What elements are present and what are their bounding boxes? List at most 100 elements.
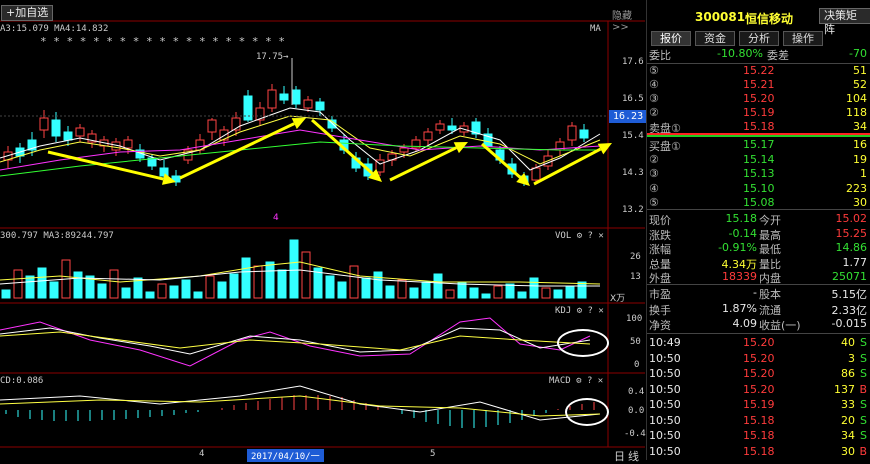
gear-icon[interactable]: ⚙ [576, 376, 581, 386]
chart-area[interactable]: +加自选 隐藏>> A3:15.079 MA4:14.832 MA * * * … [0, 0, 648, 463]
quote-value: 18339 [722, 270, 757, 284]
volume-bar [193, 291, 203, 299]
tab-funds[interactable]: 资金 [695, 31, 735, 46]
tick-volume: 3 [848, 351, 855, 365]
candle [279, 93, 289, 101]
volume-bar [541, 287, 551, 299]
fund-value: -0.015 [831, 317, 867, 330]
volume-bar [121, 287, 131, 299]
order-volume: 34 [853, 120, 867, 133]
vol-tick-1: 26 [630, 252, 641, 262]
divider [647, 209, 870, 210]
tick-volume: 30 [841, 444, 855, 458]
quote-value: -0.91% [718, 241, 757, 255]
kdj-tick-1: 100 [626, 314, 643, 324]
close-icon[interactable]: ✕ [598, 306, 603, 316]
tick-row: 10:49 15.20 40 S [647, 335, 870, 352]
order-price: 15.13 [743, 167, 775, 180]
order-price: 15.08 [743, 196, 775, 209]
day-period-button[interactable]: 日 [614, 448, 625, 464]
candle [39, 117, 49, 131]
order-volume: 1 [860, 167, 867, 180]
tick-row: 10:50 15.20 86 S [647, 366, 870, 383]
tick-time: 10:49 [649, 336, 681, 349]
candle [51, 119, 61, 137]
help-icon[interactable]: ? [588, 306, 593, 316]
kdj-tag[interactable]: KDJ ⚙ ? ✕ [555, 306, 604, 316]
fundamental-row: 市盈 - 股本 5.15亿 [647, 285, 870, 302]
tick-volume: 33 [841, 398, 855, 411]
tick-row: 10:50 15.20 137 B [647, 382, 870, 399]
order-price: 15.20 [743, 92, 775, 105]
order-volume: 16 [853, 138, 867, 151]
macd-tag[interactable]: MACD ⚙ ? ✕ [549, 376, 603, 386]
close-icon[interactable]: ✕ [598, 376, 603, 386]
tick-row: 10:50 15.18 20 S [647, 413, 870, 430]
peak-price-value: 17.75 [256, 52, 284, 62]
x-axis-date-cursor: 2017/04/10/一 [247, 449, 324, 462]
close-icon[interactable]: ✕ [598, 231, 603, 241]
volume-bar [205, 275, 215, 299]
decision-matrix-button[interactable]: 决策矩阵 [819, 8, 870, 36]
order-volume: 52 [853, 78, 867, 91]
candle [123, 139, 133, 149]
fund-label: 净资 [649, 319, 671, 332]
add-watchlist-button[interactable]: +加自选 [1, 5, 54, 21]
vol-legend: 300.797 MA3:89244.797 [0, 231, 114, 241]
peak-price-label: 17.75→ [256, 52, 289, 62]
candle [267, 89, 277, 109]
main-marker: 4 [273, 213, 279, 223]
stock-charts[interactable] [0, 0, 645, 460]
tick-time: 10:50 [649, 429, 681, 442]
tick-volume: 20 [841, 413, 855, 427]
hide-panel-button[interactable]: 隐藏>> [612, 7, 645, 33]
tab-analysis[interactable]: 分析 [739, 31, 779, 46]
stock-name: 恒信移动 [745, 12, 794, 26]
tab-operation[interactable]: 操作 [783, 31, 823, 46]
ratio-value: -10.80% [717, 47, 763, 60]
kdj-j-line [0, 317, 591, 367]
tick-price: 15.18 [743, 444, 775, 458]
volume-bar [265, 261, 275, 299]
price-tick-4: 14.3 [622, 168, 644, 178]
order-volume: 104 [846, 92, 867, 105]
macd-tick-3: -0.4 [624, 429, 646, 439]
volume-bar [481, 293, 491, 299]
volume-bar [13, 269, 23, 299]
price-tick-2: 16.5 [622, 94, 644, 104]
candle [447, 125, 457, 131]
divider [647, 333, 870, 334]
help-icon[interactable]: ? [588, 231, 593, 241]
volume-bar [253, 265, 263, 299]
diff-value: -70 [849, 47, 867, 60]
tick-side: S [860, 336, 867, 349]
tab-quote[interactable]: 报价 [651, 31, 691, 46]
vol-tag[interactable]: VOL ⚙ ? ✕ [555, 231, 604, 241]
tick-price: 15.20 [743, 351, 775, 365]
volume-bar [469, 287, 479, 299]
volume-bar [421, 281, 431, 299]
line-period-button[interactable]: 线 [628, 448, 639, 464]
volume-bar [361, 277, 371, 299]
order-volume: 223 [846, 181, 867, 195]
candle [291, 89, 301, 105]
diff-label: 委差 [767, 49, 789, 62]
candle [303, 99, 313, 109]
tick-time: 10:50 [649, 398, 681, 411]
tick-time: 10:50 [649, 351, 681, 365]
order-price: 15.21 [743, 78, 775, 91]
candle [207, 119, 217, 133]
order-level: ③ [649, 92, 659, 105]
volume-bar [229, 273, 239, 299]
tick-price: 15.20 [743, 336, 775, 349]
order-volume: 51 [853, 64, 867, 77]
tick-volume: 34 [841, 429, 855, 442]
gear-icon[interactable]: ⚙ [577, 231, 582, 241]
volume-bar [337, 281, 347, 299]
volume-bar [517, 291, 527, 299]
volume-bar [493, 285, 503, 299]
gear-icon[interactable]: ⚙ [577, 306, 582, 316]
help-icon[interactable]: ? [587, 376, 592, 386]
quote-value: 15.18 [725, 212, 758, 225]
ma-indicator-tag[interactable]: MA [590, 24, 601, 34]
